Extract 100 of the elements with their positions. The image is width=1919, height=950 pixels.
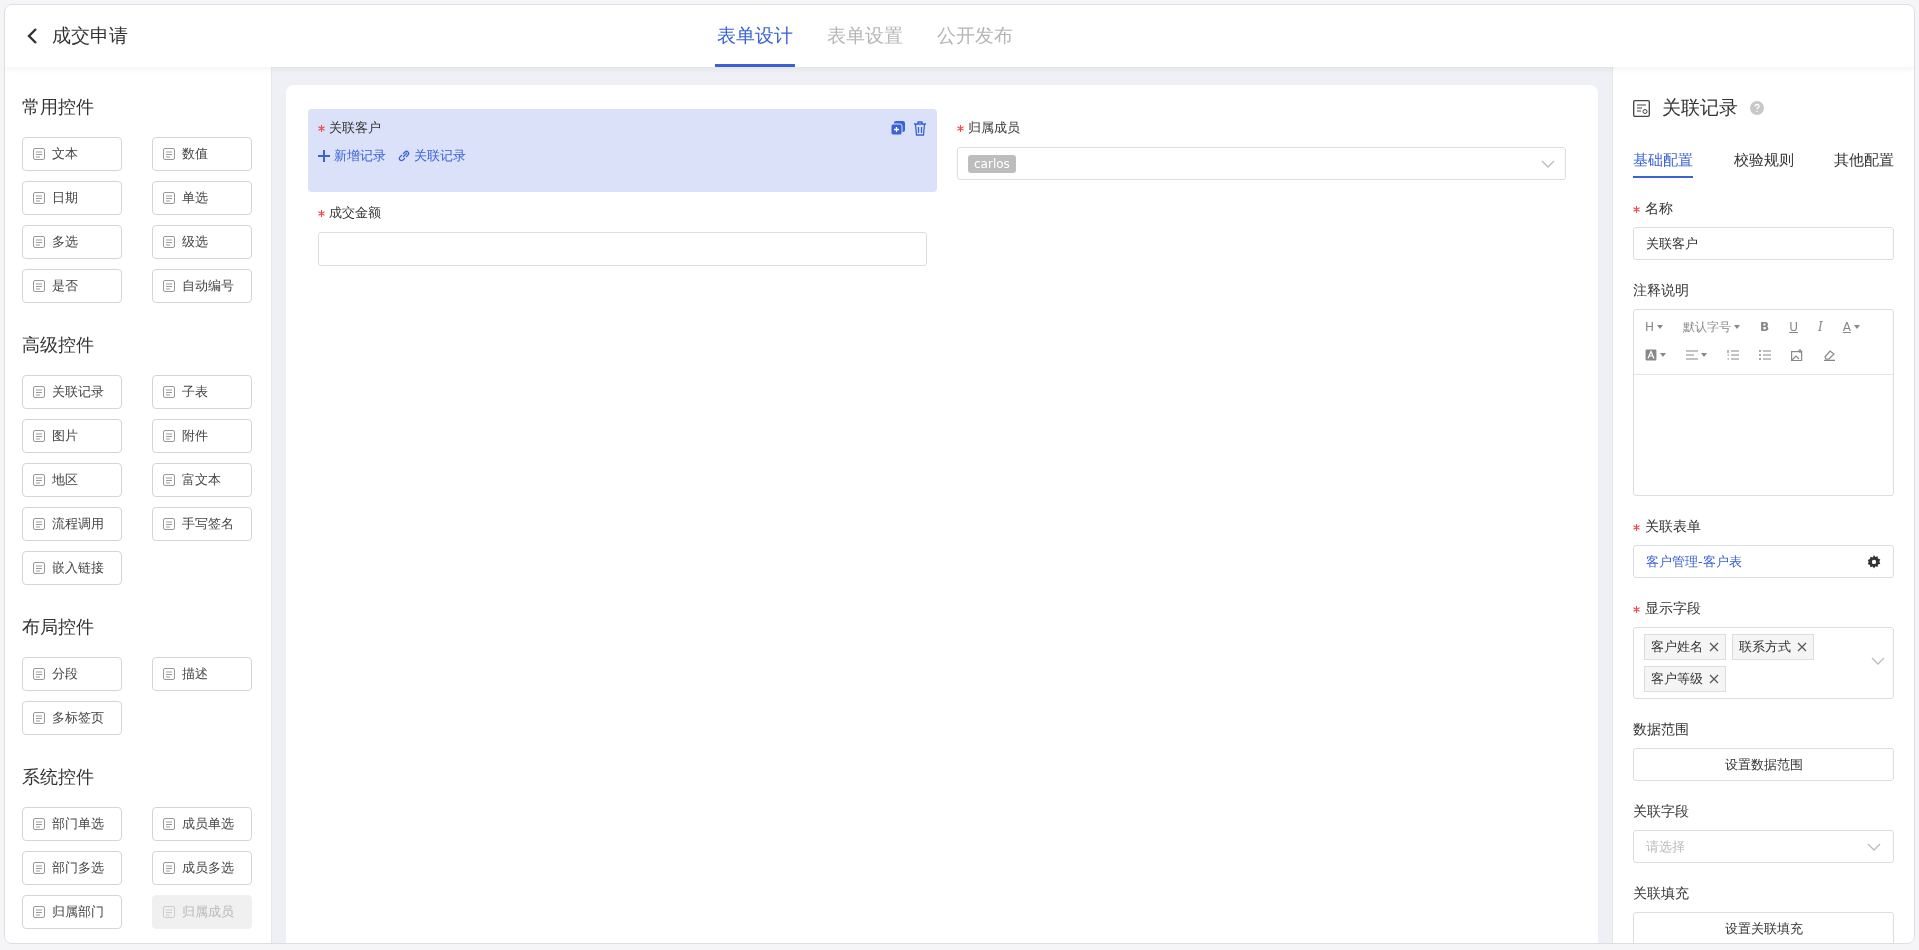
config-tab[interactable]: 其他配置: [1834, 151, 1894, 178]
control-item[interactable]: 子表: [152, 375, 252, 409]
control-item[interactable]: 成员多选: [152, 851, 252, 885]
control-item[interactable]: 多标签页: [22, 701, 122, 735]
control-item[interactable]: 附件: [152, 419, 252, 453]
settings-button[interactable]: 设置数据范围: [1633, 748, 1894, 781]
field-label: 关联字段: [1633, 803, 1689, 821]
control-type-icon: [33, 518, 45, 530]
control-item[interactable]: 日期: [22, 181, 122, 215]
toolbar-button[interactable]: I: [1815, 318, 1826, 336]
settings-button[interactable]: 设置关联填充: [1633, 912, 1894, 943]
control-item[interactable]: 级选: [152, 225, 252, 259]
record-action-link[interactable]: 关联记录: [398, 147, 466, 165]
toolbar-button[interactable]: A: [1839, 318, 1863, 336]
control-item[interactable]: 成员单选: [152, 807, 252, 841]
control-item[interactable]: 嵌入链接: [22, 551, 122, 585]
form-field[interactable]: 关联客户 新增记录 关联记录: [308, 109, 937, 192]
toolbar-button[interactable]: H: [1642, 318, 1667, 336]
field-tag: 客户等级: [1644, 666, 1726, 692]
control-item[interactable]: 部门单选: [22, 807, 122, 841]
config-tab[interactable]: 校验规则: [1733, 151, 1794, 178]
back-icon: [27, 28, 38, 44]
control-item[interactable]: 数值: [152, 137, 252, 171]
chevron-down-icon: [1541, 159, 1555, 168]
control-item[interactable]: 流程调用: [22, 507, 122, 541]
field-label: 注释说明: [1633, 282, 1689, 300]
field-label: 名称: [1645, 200, 1673, 218]
toolbar-button[interactable]: B: [1757, 318, 1773, 336]
control-type-icon: [163, 192, 175, 204]
form-select[interactable]: 客户管理-客户表: [1633, 545, 1894, 578]
rich-text-editor[interactable]: H 默认字号 B U I A: [1633, 309, 1894, 496]
control-item[interactable]: 部门多选: [22, 851, 122, 885]
control-item[interactable]: 富文本: [152, 463, 252, 497]
control-item[interactable]: 归属部门: [22, 895, 122, 929]
field-label: 关联填充: [1633, 885, 1689, 903]
control-item[interactable]: 自动编号: [152, 269, 252, 303]
page-title: 成交申请: [52, 23, 128, 48]
toolbar-button[interactable]: 默认字号: [1680, 316, 1744, 338]
field-label: 显示字段: [1645, 600, 1701, 618]
control-type-icon: [33, 148, 45, 160]
caret-icon: [1660, 353, 1666, 357]
form-field[interactable]: 归属成员 carlos: [947, 109, 1576, 192]
control-type-icon: [163, 862, 175, 874]
amount-input[interactable]: [318, 232, 927, 266]
panel-title: 关联记录: [1662, 95, 1738, 120]
align-icon: [1686, 349, 1698, 361]
config-tab[interactable]: 基础配置: [1633, 151, 1693, 178]
plus-icon: [318, 150, 330, 162]
toolbar-button[interactable]: [1724, 347, 1742, 363]
control-item[interactable]: 地区: [22, 463, 122, 497]
control-type-icon: [33, 862, 45, 874]
control-type-icon: [33, 906, 45, 918]
highlight-icon: [1645, 349, 1657, 361]
control-item[interactable]: 是否: [22, 269, 122, 303]
control-item[interactable]: 图片: [22, 419, 122, 453]
close-icon: [1709, 642, 1719, 652]
control-type-icon: [33, 474, 45, 486]
control-type-icon: [33, 668, 45, 680]
help-icon: [1750, 101, 1764, 115]
control-item[interactable]: 多选: [22, 225, 122, 259]
control-type-icon: [33, 236, 45, 248]
record-action-link[interactable]: 新增记录: [318, 147, 386, 165]
name-input[interactable]: 关联客户: [1633, 227, 1894, 260]
control-item[interactable]: 描述: [152, 657, 252, 691]
control-type-icon: [33, 386, 45, 398]
control-item[interactable]: 分段: [22, 657, 122, 691]
control-item[interactable]: 关联记录: [22, 375, 122, 409]
control-type-icon: [163, 906, 175, 918]
control-type-icon: [163, 236, 175, 248]
control-type-icon: [163, 518, 175, 530]
image-icon: [1791, 349, 1803, 361]
control-item[interactable]: 单选: [152, 181, 252, 215]
control-type-icon: [163, 668, 175, 680]
gear-icon: [1867, 554, 1881, 569]
close-icon: [1709, 674, 1719, 684]
field-label: 关联客户: [329, 119, 381, 137]
control-type-icon: [33, 280, 45, 292]
toolbar-button[interactable]: [1683, 347, 1710, 363]
field-tag: 客户姓名: [1644, 634, 1726, 660]
control-type-icon: [33, 712, 45, 724]
field-label: 归属成员: [968, 119, 1020, 137]
control-item[interactable]: 文本: [22, 137, 122, 171]
control-type-icon: [163, 148, 175, 160]
field-tag: 联系方式: [1732, 634, 1814, 660]
form-field[interactable]: 成交金额: [308, 194, 937, 278]
toolbar-button[interactable]: U: [1786, 318, 1801, 336]
field-label: 关联表单: [1645, 518, 1701, 536]
field-label: 成交金额: [329, 204, 381, 222]
control-item[interactable]: 手写签名: [152, 507, 252, 541]
control-type-icon: [163, 818, 175, 830]
chevron-down-icon: [1867, 842, 1881, 851]
chevron-down-icon: [1871, 657, 1885, 665]
toolbar-button[interactable]: [1756, 347, 1774, 363]
control-type-icon: [163, 386, 175, 398]
tag-select[interactable]: 客户姓名 联系方式 客户等级: [1633, 627, 1894, 699]
control-type-icon: [33, 818, 45, 830]
close-icon: [1797, 642, 1807, 652]
section-title: 常用控件: [22, 95, 95, 119]
field-label: 数据范围: [1633, 721, 1689, 739]
bullet-list-icon: [1759, 349, 1771, 361]
